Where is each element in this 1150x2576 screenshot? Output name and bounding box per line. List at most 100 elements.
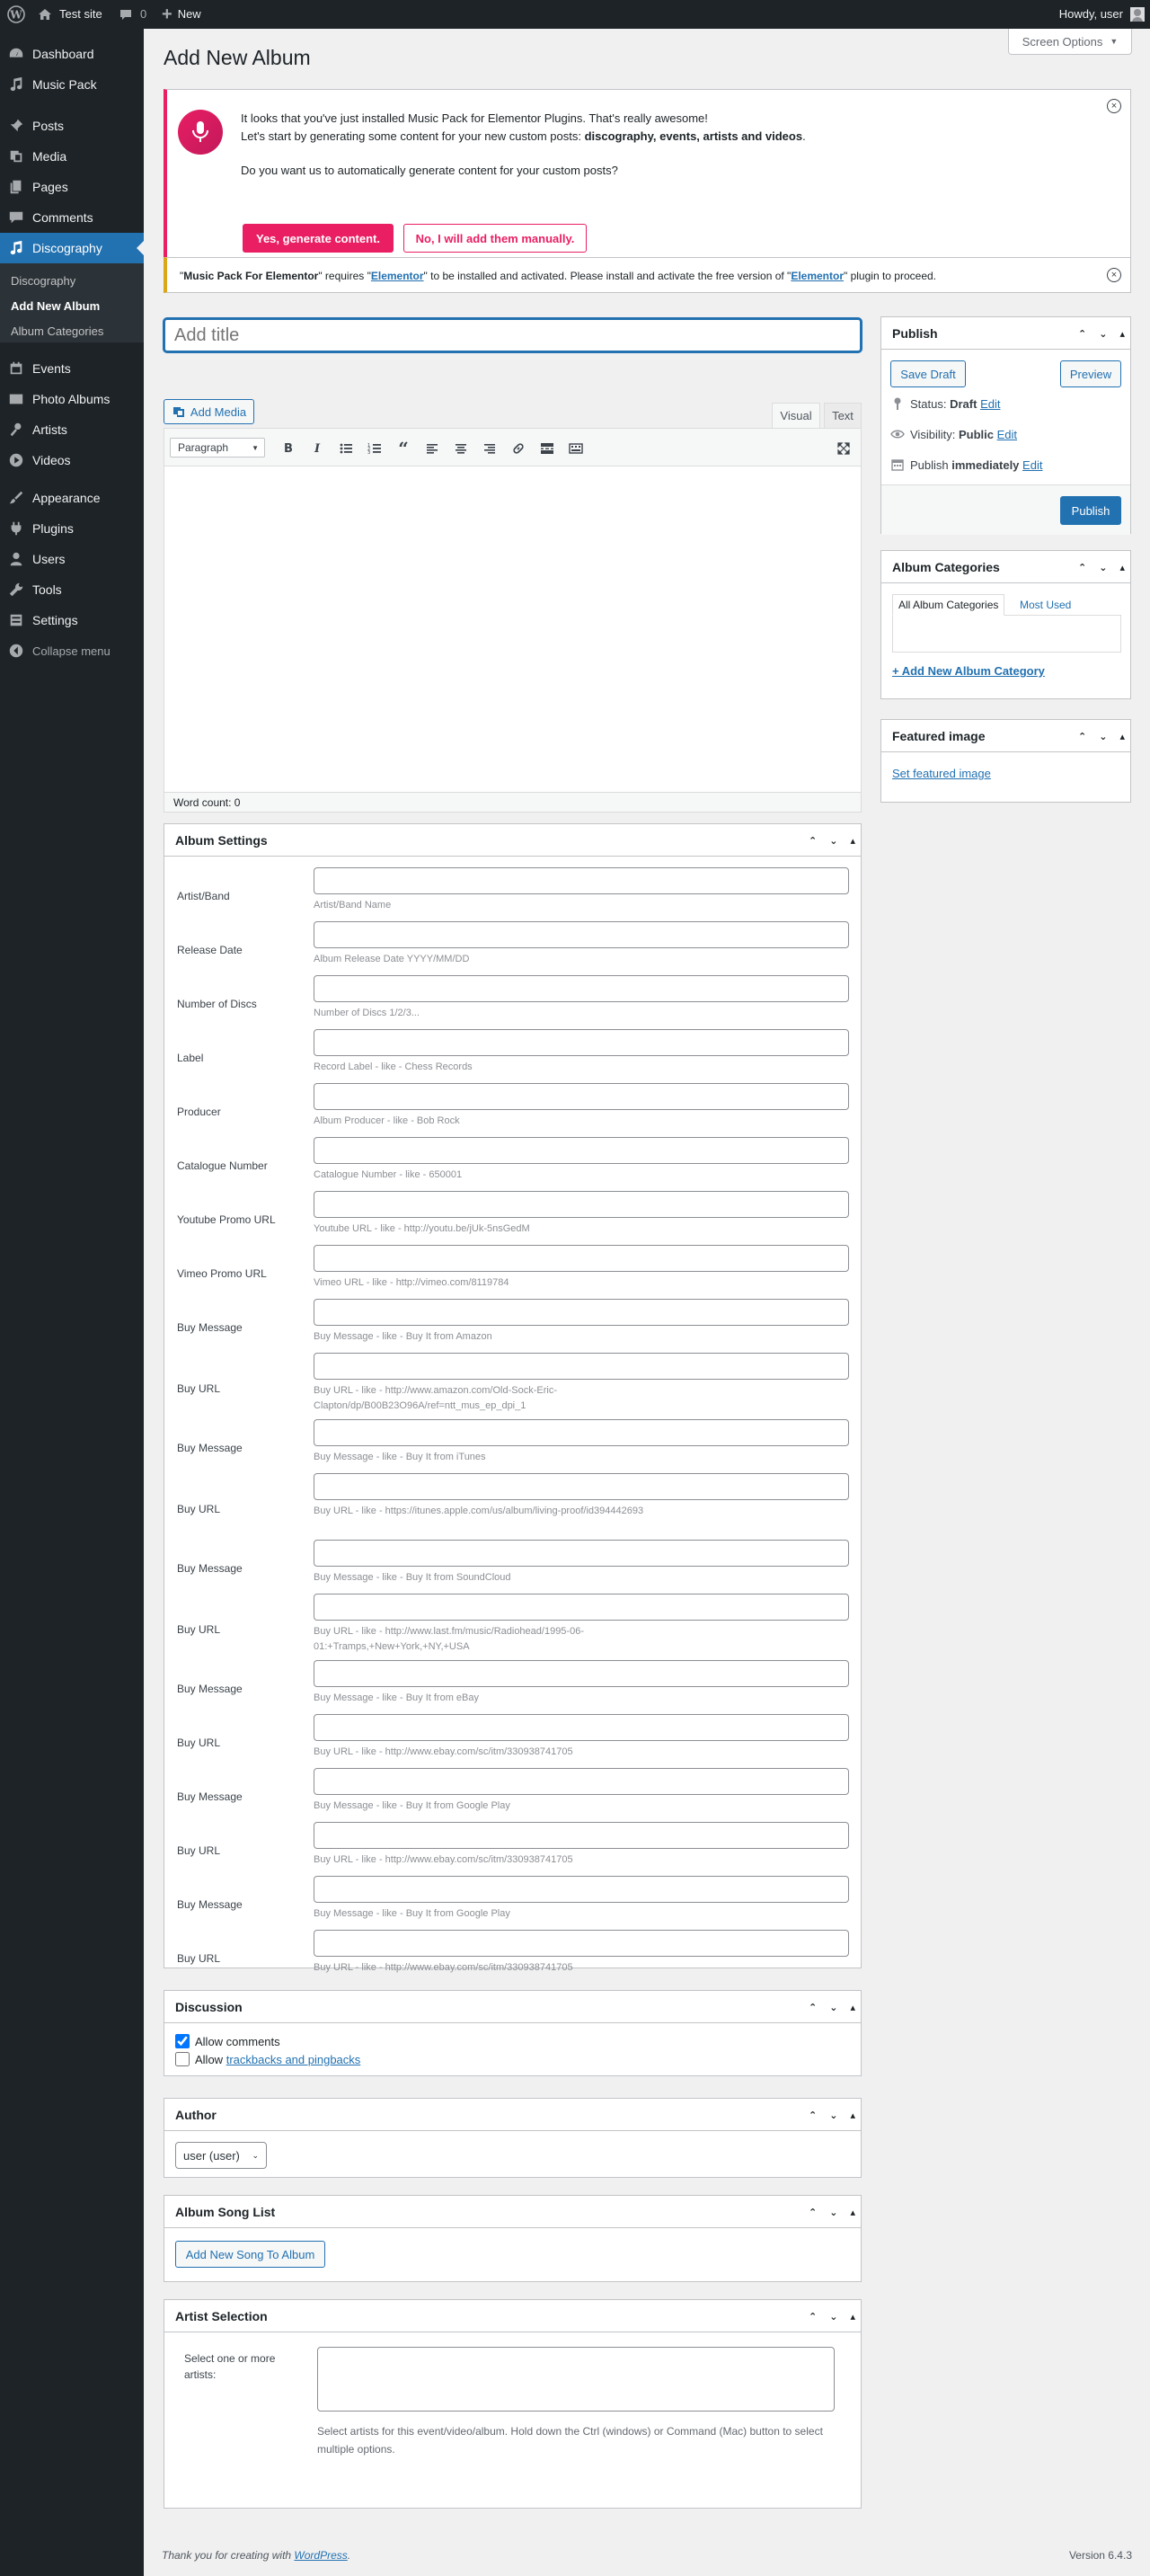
set-featured-image-link[interactable]: Set featured image: [892, 767, 991, 780]
align-left-icon[interactable]: [421, 438, 443, 459]
sidebar-item-settings[interactable]: Settings: [0, 605, 144, 635]
toggle-panel-icon[interactable]: ▴: [850, 835, 855, 847]
sidebar-item-posts[interactable]: Posts: [0, 111, 144, 141]
sidebar-item-tools[interactable]: Tools: [0, 574, 144, 605]
site-name-link[interactable]: Test site: [38, 0, 102, 29]
toggle-panel-icon[interactable]: ▴: [1119, 328, 1125, 340]
sidebar-item-photo-albums[interactable]: Photo Albums: [0, 384, 144, 414]
move-up-icon[interactable]: ⌃: [1078, 731, 1086, 742]
setting-text-input[interactable]: [314, 1876, 849, 1903]
fullscreen-icon[interactable]: [833, 438, 854, 459]
move-down-icon[interactable]: ⌄: [1099, 562, 1107, 573]
move-down-icon[interactable]: ⌄: [829, 835, 837, 847]
setting-text-input[interactable]: [314, 1930, 849, 1957]
italic-icon[interactable]: I: [306, 438, 328, 459]
move-down-icon[interactable]: ⌄: [829, 2110, 837, 2121]
allow-comments-checkbox[interactable]: [175, 2034, 190, 2048]
setting-text-input[interactable]: [314, 1245, 849, 1272]
submenu-item-album-categories[interactable]: Album Categories: [11, 324, 103, 338]
collapse-menu-button[interactable]: Collapse menu: [0, 635, 144, 666]
add-new-song-button[interactable]: Add New Song To Album: [175, 2241, 325, 2268]
setting-text-input[interactable]: [314, 1473, 849, 1500]
sidebar-item-events[interactable]: Events: [0, 353, 144, 384]
toggle-panel-icon[interactable]: ▴: [850, 2207, 855, 2218]
setting-text-input[interactable]: [314, 1822, 849, 1849]
toggle-panel-icon[interactable]: ▴: [1119, 731, 1125, 742]
move-down-icon[interactable]: ⌄: [1099, 328, 1107, 340]
move-up-icon[interactable]: ⌃: [809, 835, 817, 847]
elementor-link[interactable]: Elementor: [371, 270, 424, 282]
publish-button[interactable]: Publish: [1060, 496, 1121, 525]
setting-text-input[interactable]: [314, 921, 849, 948]
wordpress-logo-icon[interactable]: W: [5, 0, 27, 29]
format-select[interactable]: Paragraph ▼: [170, 438, 265, 457]
setting-text-input[interactable]: [314, 1540, 849, 1567]
bulleted-list-icon[interactable]: [335, 438, 357, 459]
close-icon[interactable]: ×: [1107, 268, 1121, 282]
setting-text-input[interactable]: [314, 1768, 849, 1795]
bold-icon[interactable]: B: [278, 438, 299, 459]
setting-text-input[interactable]: [314, 1299, 849, 1326]
edit-publish-time-link[interactable]: Edit: [1022, 458, 1042, 472]
setting-text-input[interactable]: [314, 1137, 849, 1164]
move-up-icon[interactable]: ⌃: [1078, 328, 1086, 340]
toggle-panel-icon[interactable]: ▴: [1119, 562, 1125, 573]
submenu-item-discography[interactable]: Discography: [11, 274, 75, 288]
category-checklist[interactable]: [892, 615, 1121, 653]
toggle-panel-icon[interactable]: ▴: [850, 2311, 855, 2323]
save-draft-button[interactable]: Save Draft: [890, 360, 966, 387]
sidebar-item-videos[interactable]: Videos: [0, 445, 144, 475]
toggle-panel-icon[interactable]: ▴: [850, 2110, 855, 2121]
tab-most-used[interactable]: Most Used: [1020, 599, 1071, 611]
close-icon[interactable]: ×: [1107, 99, 1121, 113]
setting-text-input[interactable]: [314, 1660, 849, 1687]
screen-options-button[interactable]: Screen Options ▼: [1008, 29, 1132, 55]
move-up-icon[interactable]: ⌃: [809, 2311, 817, 2323]
trackbacks-link[interactable]: trackbacks and pingbacks: [226, 2053, 361, 2066]
artist-multiselect[interactable]: [317, 2347, 835, 2412]
editor-body[interactable]: [164, 466, 861, 792]
sidebar-item-comments[interactable]: Comments: [0, 202, 144, 233]
align-center-icon[interactable]: [450, 438, 472, 459]
sidebar-item-dashboard[interactable]: Dashboard: [0, 39, 144, 69]
wordpress-link[interactable]: WordPress: [294, 2549, 347, 2562]
move-up-icon[interactable]: ⌃: [809, 2002, 817, 2013]
move-down-icon[interactable]: ⌄: [829, 2311, 837, 2323]
add-new-album-category-link[interactable]: + Add New Album Category: [892, 664, 1045, 678]
sidebar-item-discography[interactable]: Discography: [0, 233, 144, 263]
tab-all-album-categories[interactable]: All Album Categories: [892, 594, 1005, 616]
setting-text-input[interactable]: [314, 1083, 849, 1110]
sidebar-item-plugins[interactable]: Plugins: [0, 513, 144, 544]
author-select[interactable]: user (user) ⌄: [175, 2142, 267, 2169]
setting-text-input[interactable]: [314, 1029, 849, 1056]
link-icon[interactable]: [508, 438, 529, 459]
move-down-icon[interactable]: ⌄: [829, 2002, 837, 2013]
sidebar-item-pages[interactable]: Pages: [0, 172, 144, 202]
toggle-panel-icon[interactable]: ▴: [850, 2002, 855, 2013]
elementor-link[interactable]: Elementor: [791, 270, 844, 282]
move-up-icon[interactable]: ⌃: [809, 2207, 817, 2218]
read-more-icon[interactable]: [536, 438, 558, 459]
blockquote-icon[interactable]: “: [393, 438, 414, 459]
move-up-icon[interactable]: ⌃: [1078, 562, 1086, 573]
my-account-link[interactable]: Howdy, user: [1059, 0, 1145, 29]
sidebar-item-users[interactable]: Users: [0, 544, 144, 574]
tab-text[interactable]: Text: [824, 403, 862, 428]
setting-text-input[interactable]: [314, 1419, 849, 1446]
sidebar-item-appearance[interactable]: Appearance: [0, 483, 144, 513]
setting-text-input[interactable]: [314, 975, 849, 1002]
add-media-button[interactable]: Add Media: [164, 399, 254, 424]
edit-status-link[interactable]: Edit: [980, 397, 1000, 411]
generate-content-button[interactable]: Yes, generate content.: [243, 224, 394, 253]
edit-visibility-link[interactable]: Edit: [997, 428, 1017, 441]
post-title-input[interactable]: [164, 318, 862, 352]
move-up-icon[interactable]: ⌃: [809, 2110, 817, 2121]
align-right-icon[interactable]: [479, 438, 500, 459]
add-manually-button[interactable]: No, I will add them manually.: [403, 224, 587, 253]
numbered-list-icon[interactable]: 123: [364, 438, 385, 459]
allow-trackbacks-checkbox[interactable]: [175, 2052, 190, 2066]
move-down-icon[interactable]: ⌄: [1099, 731, 1107, 742]
move-down-icon[interactable]: ⌄: [829, 2207, 837, 2218]
tab-visual[interactable]: Visual: [772, 403, 820, 428]
setting-text-input[interactable]: [314, 1353, 849, 1380]
